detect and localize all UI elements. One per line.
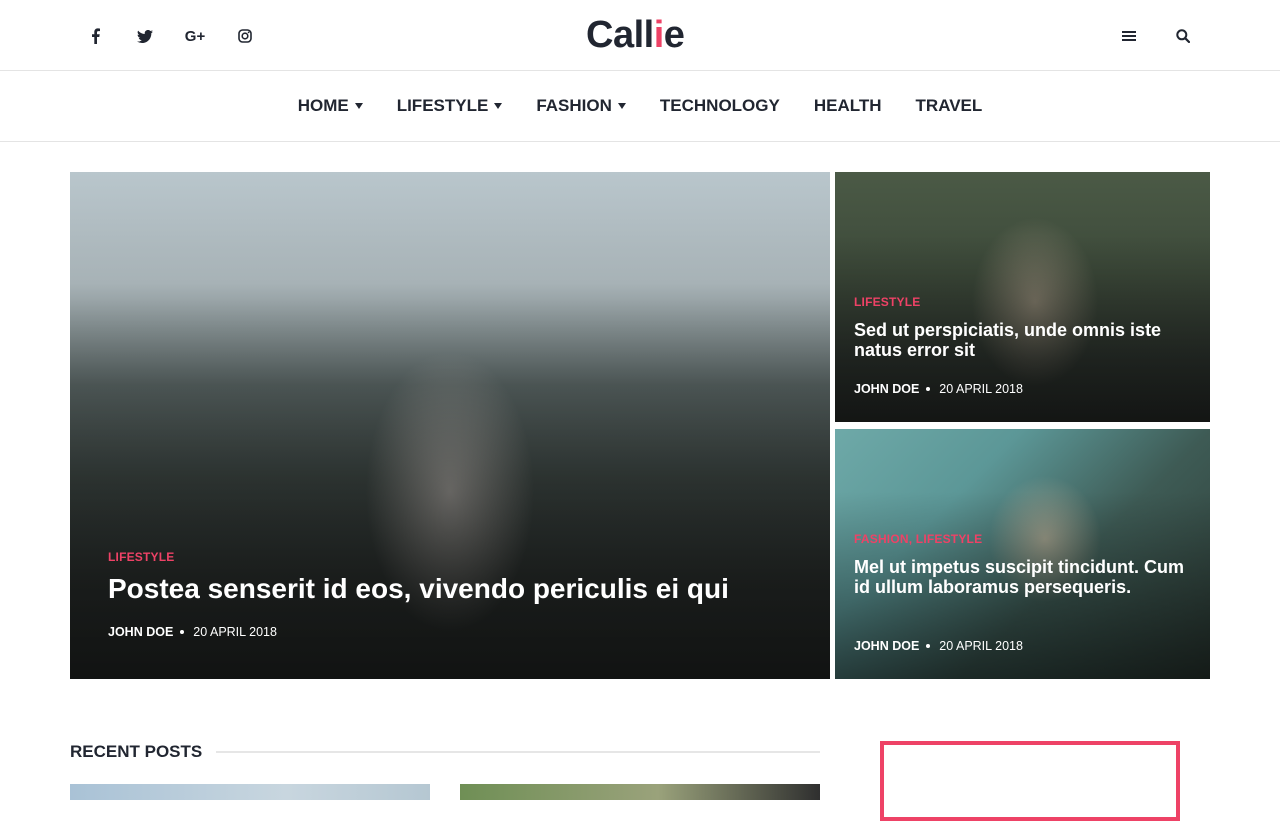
- featured-post-tertiary[interactable]: FASHION, LIFESTYLE Mel ut impetus suscip…: [835, 429, 1210, 679]
- top-bar: G+ Callie: [0, 0, 1280, 71]
- logo-text-accent: i: [653, 14, 665, 56]
- nav-item-technology[interactable]: TECHNOLOGY: [643, 96, 797, 116]
- nav-item-label: HEALTH: [813, 96, 882, 115]
- recent-posts-header: RECENT POSTS: [70, 742, 820, 762]
- nav-item-home[interactable]: HOME: [281, 96, 380, 116]
- post-date: 20 APRIL 2018: [939, 382, 1023, 396]
- recent-post-thumbnail[interactable]: [460, 784, 820, 800]
- post-category-link[interactable]: LIFESTYLE: [108, 550, 174, 564]
- post-date: 20 APRIL 2018: [939, 639, 1023, 653]
- nav-item-label: LIFESTYLE: [396, 96, 489, 115]
- post-date: 20 APRIL 2018: [193, 625, 277, 639]
- main-nav: HOME LIFESTYLE FASHION TECHNOLOGY HEALTH…: [0, 71, 1280, 142]
- caret-down-icon: [617, 103, 626, 109]
- facebook-icon[interactable]: [70, 22, 120, 50]
- featured-post-main[interactable]: LIFESTYLE Postea senserit id eos, vivend…: [70, 172, 830, 679]
- separator-dot: [926, 644, 931, 648]
- post-category-link[interactable]: LIFESTYLE: [854, 295, 920, 309]
- site-logo[interactable]: Callie: [586, 14, 685, 57]
- nav-item-label: TRAVEL: [915, 96, 983, 115]
- caret-down-icon: [494, 103, 503, 109]
- logo-text-start: Call: [586, 14, 654, 56]
- nav-item-travel[interactable]: TRAVEL: [899, 96, 1000, 116]
- section-divider: [216, 751, 820, 753]
- recent-post-thumbnail[interactable]: [70, 784, 430, 800]
- post-byline: JOHN DOE 20 APRIL 2018: [108, 625, 277, 639]
- twitter-icon[interactable]: [120, 22, 170, 50]
- post-title[interactable]: Mel ut impetus suscipit tincidunt. Cum i…: [854, 557, 1194, 598]
- nav-item-lifestyle[interactable]: LIFESTYLE: [380, 96, 520, 116]
- search-icon[interactable]: [1156, 22, 1210, 50]
- featured-post-secondary[interactable]: LIFESTYLE Sed ut perspiciatis, unde omni…: [835, 172, 1210, 422]
- post-byline: JOHN DOE 20 APRIL 2018: [854, 639, 1023, 653]
- google-plus-icon[interactable]: G+: [170, 22, 220, 50]
- nav-item-label: TECHNOLOGY: [659, 96, 780, 115]
- post-byline: JOHN DOE 20 APRIL 2018: [854, 382, 1023, 396]
- nav-item-label: HOME: [297, 96, 349, 115]
- post-title[interactable]: Sed ut perspiciatis, unde omnis iste nat…: [854, 320, 1194, 361]
- logo-text-end: e: [663, 14, 685, 56]
- google-plus-label: G+: [184, 27, 206, 45]
- separator-dot: [926, 387, 931, 391]
- post-author[interactable]: JOHN DOE: [854, 639, 919, 653]
- post-author[interactable]: JOHN DOE: [854, 382, 919, 396]
- section-title: RECENT POSTS: [70, 742, 203, 761]
- post-category-link[interactable]: FASHION, LIFESTYLE: [854, 532, 982, 546]
- social-links: G+: [70, 22, 270, 50]
- post-title[interactable]: Postea senserit id eos, vivendo periculi…: [108, 573, 788, 605]
- instagram-icon[interactable]: [220, 22, 270, 50]
- nav-item-health[interactable]: HEALTH: [797, 96, 899, 116]
- header-tools: [1102, 22, 1210, 50]
- nav-item-label: FASHION: [536, 96, 612, 115]
- post-author[interactable]: JOHN DOE: [108, 625, 173, 639]
- caret-down-icon: [354, 103, 363, 109]
- sidebar-widget-box: [880, 741, 1180, 821]
- separator-dot: [180, 630, 185, 634]
- menu-icon[interactable]: [1102, 22, 1156, 50]
- nav-item-fashion[interactable]: FASHION: [519, 96, 643, 116]
